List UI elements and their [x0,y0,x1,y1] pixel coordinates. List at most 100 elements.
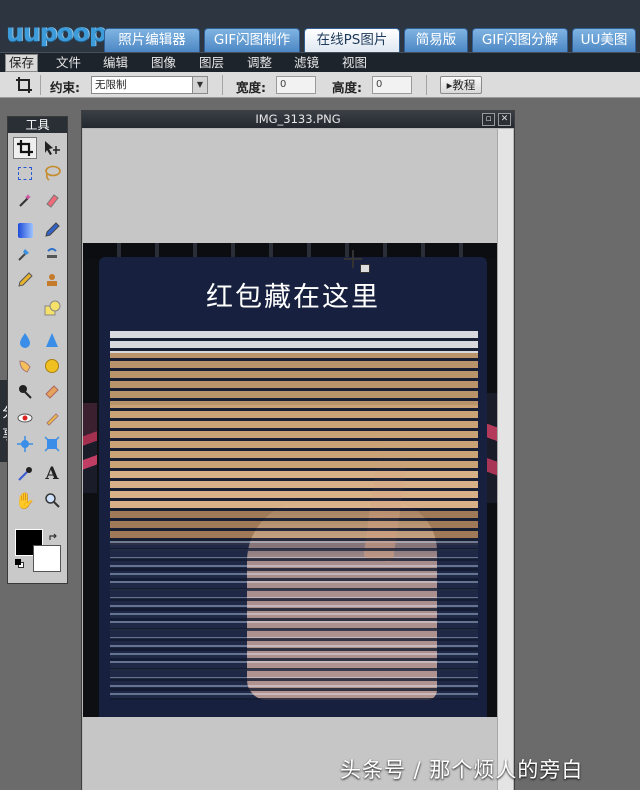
width-field[interactable]: 0 [276,76,316,94]
menu-bar: 保存 文件 编辑 图像 图层 调整 滤镜 视图 [0,52,640,72]
burn-tool[interactable] [40,381,64,403]
zoom-tool[interactable] [40,489,64,511]
tab-photo-editor[interactable]: 照片编辑器 [104,28,200,52]
background-color-swatch[interactable] [33,545,61,572]
tab-simple-version[interactable]: 简易版 [404,28,468,52]
sharpen-icon [46,333,58,347]
top-bar: uupoop 照片编辑器 GIF闪图制作 在线PS图片 简易版 GIF闪图分解 … [0,0,640,52]
magic-wand-tool[interactable] [13,189,37,211]
blinds-slats [110,331,478,700]
type-tool[interactable]: A [40,463,64,485]
tab-gif-maker[interactable]: GIF闪图制作 [204,28,300,52]
crop-tool[interactable] [13,137,37,159]
crop-icon [17,140,33,156]
sharpen-tool[interactable] [40,329,64,351]
gradient-icon [17,222,33,238]
brush-icon [45,222,60,237]
stamp-icon [47,274,57,286]
options-divider [40,75,41,95]
eyedropper-icon [18,467,32,481]
dodge-icon [19,385,32,399]
toolbox-title: 工具 [8,117,67,133]
constraint-select[interactable]: 无限制 ▼ [91,76,208,94]
red-eye-tool[interactable] [13,407,37,429]
options-divider [222,75,223,95]
vertical-scrollbar[interactable] [497,129,513,790]
magic-wand-icon [19,194,31,207]
chevron-down-icon[interactable]: ▼ [192,77,207,93]
pinch-tool[interactable] [13,433,37,455]
tab-uu-meitu[interactable]: UU美图 [572,28,636,52]
brush-tool[interactable] [40,219,64,241]
smudge-tool[interactable] [13,355,37,377]
constraint-value: 无限制 [95,79,127,91]
options-divider [426,75,427,95]
tutorial-button[interactable]: ▸教程 [440,76,482,94]
lasso-tool[interactable] [40,162,64,184]
lasso-icon [45,165,61,181]
bloat-icon [46,413,59,426]
pencil-tool[interactable] [13,269,37,291]
gradient-tool[interactable] [13,219,37,241]
burn-icon [45,385,59,399]
shape-icon [44,300,61,316]
image-window-titlebar[interactable]: IMG_3133.PNG ▫ ✕ [82,111,514,128]
stamp-tool[interactable] [40,269,64,291]
bloat-tool[interactable] [40,407,64,429]
swap-colors-icon[interactable] [48,529,60,541]
crop-cursor-badge-icon [360,264,370,273]
healing-tool[interactable] [13,244,37,266]
eyedropper-tool[interactable] [13,463,37,485]
card-title: 红包藏在这里 [206,282,380,313]
dodge-tool[interactable] [13,381,37,403]
move-tool[interactable] [40,137,64,159]
liquify-icon [44,436,60,452]
clone-stamp-tool[interactable] [40,244,64,266]
save-button[interactable]: 保存 [5,54,39,72]
blinds-image [110,331,478,700]
menu-adjust[interactable]: 调整 [247,53,272,72]
zoom-icon [45,493,60,508]
marquee-tool[interactable] [13,162,37,184]
type-icon: A [45,464,59,484]
hand-tool[interactable]: ✋ [13,489,37,511]
image-window-title: IMG_3133.PNG [255,112,341,126]
blur-tool[interactable] [13,329,37,351]
restore-icon[interactable]: ▫ [482,113,495,126]
menu-view[interactable]: 视图 [342,53,367,72]
red-packet-card: 红包藏在这里 [99,257,487,717]
shape-tool[interactable] [40,297,64,319]
menu-image[interactable]: 图像 [151,53,176,72]
smudge-icon [19,360,31,373]
healing-icon [18,249,29,261]
backdrop-stripe-left [83,403,97,493]
height-field[interactable]: 0 [372,76,412,94]
sponge-tool[interactable] [40,355,64,377]
reset-colors-icon[interactable] [15,559,24,568]
app-logo[interactable]: uupoop [6,18,107,47]
menu-edit[interactable]: 编辑 [103,53,128,72]
pinch-icon [17,436,33,452]
sponge-icon [45,359,59,373]
eraser-icon [46,194,59,208]
liquify-tool[interactable] [40,433,64,455]
toolbox-panel: 工具 A ✋ [7,116,68,584]
photo-content: 红包藏在这里 [83,243,497,717]
options-bar: 约束: 无限制 ▼ 宽度: 0 高度: 0 ▸教程 [0,72,640,98]
image-window[interactable]: IMG_3133.PNG ▫ ✕ 红包藏在这里 [81,110,515,790]
pencil-icon [18,272,33,287]
marquee-icon [18,166,32,180]
crop-icon [15,76,33,94]
eraser-tool[interactable] [40,189,64,211]
height-label: 高度: [332,80,362,95]
menu-file[interactable]: 文件 [56,53,81,72]
tab-online-ps[interactable]: 在线PS图片 [304,28,400,52]
menu-filter[interactable]: 滤镜 [294,53,319,72]
width-label: 宽度: [236,80,266,95]
menu-layer[interactable]: 图层 [199,53,224,72]
watermark-text: 头条号 / 那个烦人的旁白 [340,758,584,782]
red-eye-icon [17,413,33,423]
tab-gif-split[interactable]: GIF闪图分解 [472,28,568,52]
close-icon[interactable]: ✕ [498,113,511,126]
clone-stamp-icon [47,248,57,258]
